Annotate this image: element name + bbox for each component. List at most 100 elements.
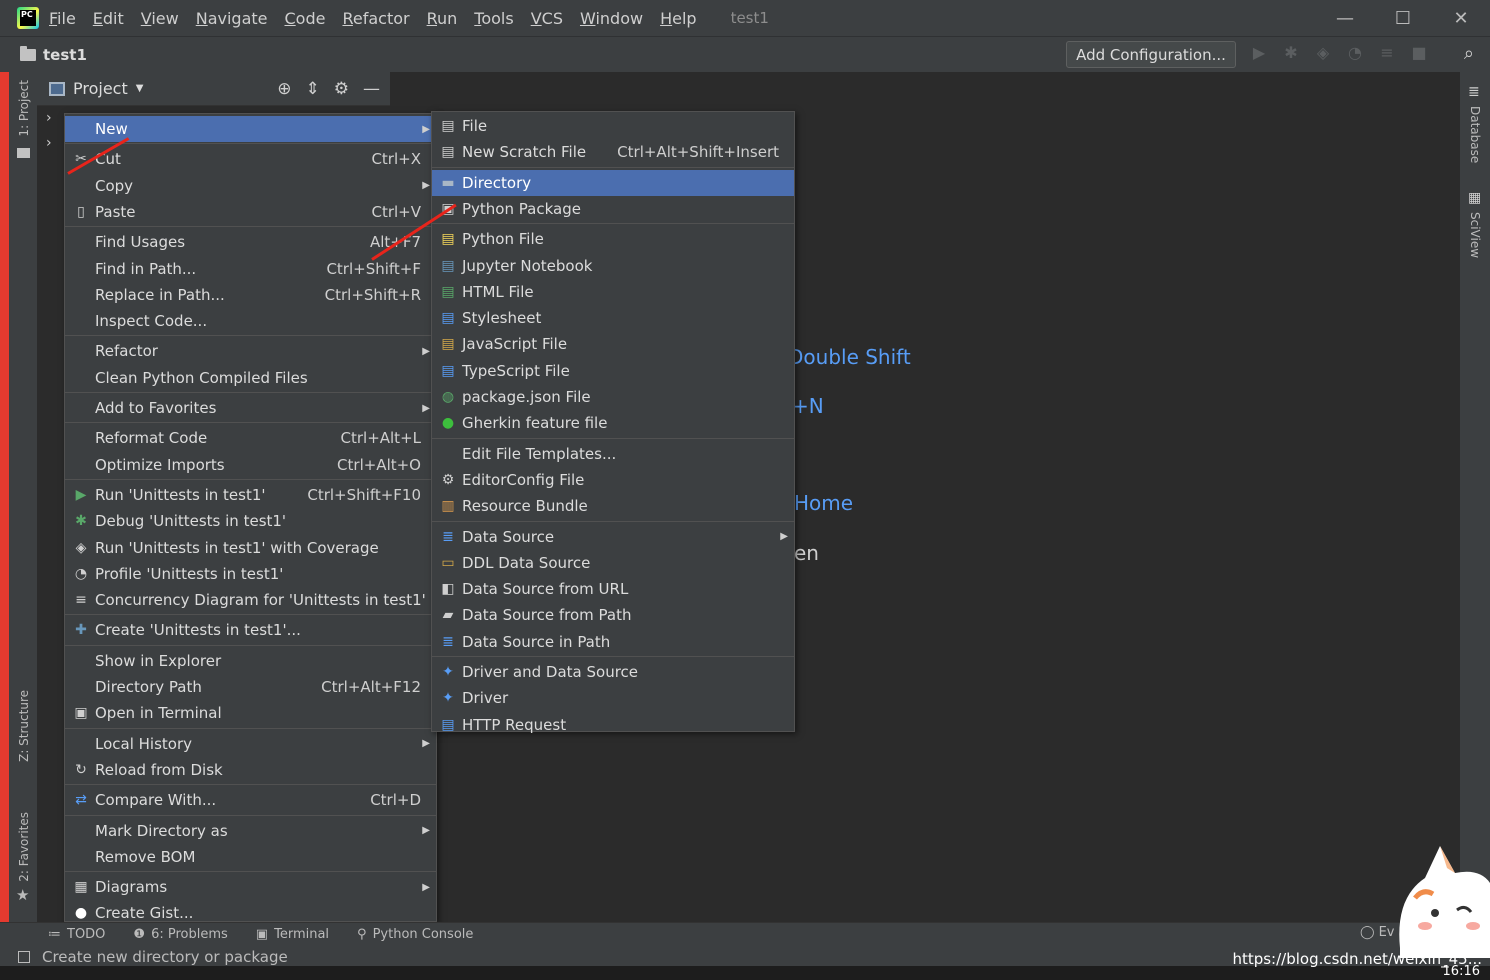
run-icon[interactable]: ▶ — [1250, 43, 1268, 65]
new-submenu-item[interactable]: ▤ Stylesheet — [432, 305, 794, 331]
context-menu-item[interactable]: ≡ Concurrency Diagram for 'Unittests in t… — [65, 587, 436, 613]
context-menu-item[interactable]: ▣ Open in Terminal — [65, 700, 436, 726]
menu-vcs[interactable]: VCS — [531, 9, 563, 28]
tab-sciview[interactable]: SciView — [1468, 212, 1482, 258]
new-submenu-item[interactable]: ● Gherkin feature file — [432, 410, 794, 436]
new-submenu-item[interactable]: ▰ Data Source from Path — [432, 602, 794, 628]
hide-icon[interactable]: — — [363, 79, 380, 99]
context-menu-item[interactable]: ⇄ Compare With... Ctrl+D — [65, 787, 436, 813]
tool-window-problems[interactable]: ❶ 6: Problems — [133, 927, 227, 942]
new-submenu-item[interactable]: ⚙ EditorConfig File — [432, 467, 794, 493]
tab-database[interactable]: Database — [1468, 106, 1482, 163]
context-menu-item[interactable]: Add to Favorites ▶ — [65, 395, 436, 421]
new-submenu-item[interactable]: ▭ DDL Data Source — [432, 550, 794, 576]
new-submenu-item[interactable]: ✦ Driver — [432, 685, 794, 711]
context-menu-item[interactable]: ✱ Debug 'Unittests in test1' — [65, 508, 436, 534]
search-icon[interactable]: ⌕ — [1464, 43, 1474, 64]
menu-tools[interactable]: Tools — [474, 9, 513, 28]
tab-project[interactable]: 1: Project — [17, 80, 31, 137]
new-submenu-item[interactable]: ▬ Directory — [432, 169, 794, 196]
context-menu-item[interactable]: ✂ Cut Ctrl+X — [65, 146, 436, 172]
new-submenu-item[interactable]: ▤ HTML File — [432, 279, 794, 305]
context-menu-item[interactable]: Copy ▶ — [65, 173, 436, 199]
context-menu-item[interactable]: Replace in Path... Ctrl+Shift+R — [65, 282, 436, 308]
tool-window-terminal[interactable]: ▣ Terminal — [256, 927, 329, 942]
gear-icon[interactable]: ⚙ — [334, 79, 349, 99]
context-menu-item-label: Diagrams — [95, 878, 168, 897]
new-submenu-item[interactable]: ≣ Data Source in Path — [432, 629, 794, 655]
new-submenu-item[interactable]: ◍ package.json File — [432, 384, 794, 410]
tab-structure[interactable]: Z: Structure — [17, 690, 31, 762]
compare-icon: ⇄ — [75, 792, 87, 809]
menu-edit[interactable]: Edit — [93, 9, 124, 28]
context-menu-item[interactable]: Clean Python Compiled Files — [65, 365, 436, 391]
new-submenu-item[interactable]: ▤ JavaScript File — [432, 331, 794, 357]
coverage-icon[interactable]: ◈ — [1314, 43, 1332, 65]
menu-refactor[interactable]: Refactor — [342, 9, 409, 28]
new-submenu-item-label: Directory — [462, 173, 532, 192]
context-menu-item[interactable]: Remove BOM — [65, 844, 436, 870]
menu-view[interactable]: View — [141, 9, 179, 28]
driver-icon: ✦ — [442, 664, 454, 680]
tool-window-python-console[interactable]: ⚲ Python Console — [357, 927, 473, 942]
maximize-button[interactable]: ☐ — [1374, 8, 1432, 29]
tool-window-todo[interactable]: ≔ TODO — [48, 927, 105, 942]
context-menu-item[interactable]: Directory Path Ctrl+Alt+F12 — [65, 674, 436, 700]
context-menu-item[interactable]: Show in Explorer — [65, 648, 436, 674]
locate-icon[interactable]: ⊕ — [277, 79, 291, 99]
menu-file[interactable]: File — [49, 9, 76, 28]
main-menu-bar: PC File Edit View Navigate Code Refactor… — [0, 0, 1490, 36]
new-submenu-item[interactable]: ◧ Data Source from URL — [432, 576, 794, 602]
context-menu-item[interactable]: Local History ▶ — [65, 731, 436, 757]
event-log[interactable]: ◯ Ev — [1360, 925, 1394, 940]
status-toggle-icon[interactable] — [18, 951, 30, 963]
context-menu-item[interactable]: Inspect Code... — [65, 308, 436, 334]
new-submenu-item[interactable]: ▥ Resource Bundle — [432, 493, 794, 519]
context-menu-item[interactable]: ▯ Paste Ctrl+V — [65, 199, 436, 225]
context-menu-item[interactable]: ◈ Run 'Unittests in test1' with Coverage — [65, 535, 436, 561]
menu-run[interactable]: Run — [427, 9, 458, 28]
context-menu-item[interactable]: ✚ Create 'Unittests in test1'... — [65, 617, 436, 643]
stop-icon[interactable]: ■ — [1410, 43, 1428, 65]
add-configuration-button[interactable]: Add Configuration... — [1066, 41, 1236, 68]
context-menu-item[interactable]: Mark Directory as ▶ — [65, 818, 436, 844]
collapse-all-icon[interactable]: ⇕ — [306, 79, 320, 99]
concurrency-icon[interactable]: ≡ — [1378, 43, 1396, 65]
new-submenu-item[interactable]: ▣Python Package — [432, 196, 794, 222]
new-submenu-item[interactable]: ▤ Python File — [432, 226, 794, 252]
new-submenu-item[interactable]: ✦ Driver and Data Source — [432, 659, 794, 685]
close-button[interactable]: ✕ — [1432, 8, 1490, 29]
tree-expand-icon[interactable]: › — [46, 135, 52, 151]
minimize-button[interactable]: — — [1316, 8, 1374, 29]
project-view-selector[interactable]: Project ▼ — [49, 79, 143, 98]
new-submenu-item[interactable]: ▤ New Scratch File Ctrl+Alt+Shift+Insert — [432, 139, 794, 165]
tab-favorites[interactable]: 2: Favorites — [17, 812, 31, 882]
run-icon: ▶ — [75, 486, 87, 503]
context-menu-item-shortcut: Ctrl+X — [371, 150, 421, 169]
debug-icon[interactable]: ✱ — [1282, 43, 1300, 65]
menu-code[interactable]: Code — [285, 9, 326, 28]
context-menu-item[interactable]: Refactor ▶ — [65, 338, 436, 364]
profile-icon[interactable]: ◔ — [1346, 43, 1364, 65]
context-menu-item[interactable]: New ▶ — [65, 116, 436, 142]
context-menu-item[interactable]: ▦ Diagrams ▶ — [65, 874, 436, 900]
menu-navigate[interactable]: Navigate — [196, 9, 268, 28]
context-menu-item-label: Run 'Unittests in test1' — [95, 485, 266, 504]
new-submenu-item[interactable]: ▤ TypeScript File — [432, 358, 794, 384]
tree-expand-icon[interactable]: › — [46, 110, 52, 126]
context-menu-item[interactable]: ▶ Run 'Unittests in test1' Ctrl+Shift+F10 — [65, 482, 436, 508]
new-submenu-item[interactable]: ▤ File — [432, 113, 794, 139]
context-menu-item[interactable]: ◔ Profile 'Unittests in test1' — [65, 561, 436, 587]
tool-window-strip: ≔ TODO ❶ 6: Problems ▣ Terminal ⚲ Python Con… — [0, 922, 1490, 946]
menu-window[interactable]: Window — [580, 9, 643, 28]
new-submenu-item[interactable]: Edit File Templates... — [432, 441, 794, 467]
new-submenu-item[interactable]: ▤ HTTP Request — [432, 712, 794, 738]
context-menu-item[interactable]: ↻ Reload from Disk — [65, 757, 436, 783]
context-menu-item[interactable]: Optimize Imports Ctrl+Alt+O — [65, 452, 436, 478]
menu-help[interactable]: Help — [660, 9, 696, 28]
new-submenu-item[interactable]: ▤ Jupyter Notebook — [432, 253, 794, 279]
new-submenu-item[interactable]: ≣ Data Source ▶ — [432, 524, 794, 550]
breadcrumb[interactable]: test1 — [20, 45, 87, 64]
context-menu-item[interactable]: Find in Path... Ctrl+Shift+F — [65, 256, 436, 282]
context-menu-item[interactable]: Reformat Code Ctrl+Alt+L — [65, 425, 436, 451]
